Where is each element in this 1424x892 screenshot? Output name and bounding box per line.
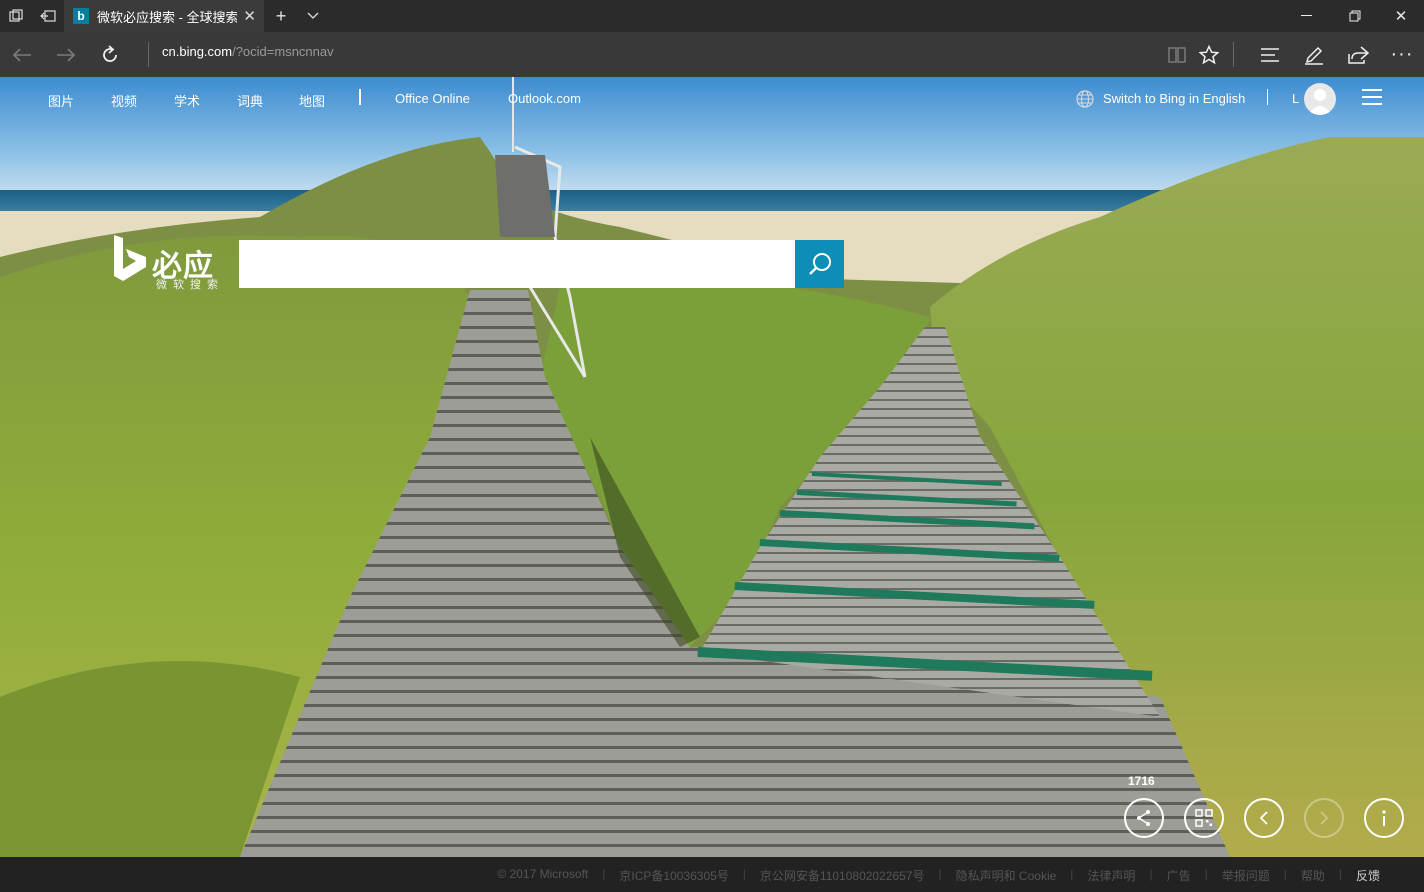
nav-office-online[interactable]: Office Online xyxy=(395,91,470,106)
browser-navbar: cn.bing.com/?ocid=msncnnav ··· xyxy=(0,32,1424,77)
close-window-icon[interactable]: ✕ xyxy=(1386,0,1416,32)
hamburger-menu-icon[interactable] xyxy=(1362,89,1382,107)
bing-favicon-icon: b xyxy=(73,8,89,24)
favorites-star-icon[interactable] xyxy=(1187,32,1231,77)
back-icon[interactable] xyxy=(0,32,44,77)
search-input[interactable] xyxy=(239,240,795,288)
forward-icon[interactable] xyxy=(44,32,88,77)
address-bar[interactable]: cn.bing.com/?ocid=msncnnav xyxy=(162,32,334,77)
footer-legal[interactable]: 法律声明 xyxy=(1073,867,1149,884)
address-host: cn.bing.com xyxy=(162,44,233,59)
footer-feedback[interactable]: 反馈 xyxy=(1342,867,1394,884)
bing-logo[interactable]: 必应 微软搜索 xyxy=(112,235,224,295)
top-navigation: 图片 视频 学术 词典 地图 Office Online Outlook.com… xyxy=(0,77,1424,121)
share-image-button[interactable] xyxy=(1124,798,1164,838)
footer-ads[interactable]: 广告 xyxy=(1153,867,1205,884)
qr-code-icon xyxy=(1195,809,1213,827)
nav-videos[interactable]: 视频 xyxy=(111,91,137,110)
share-icon[interactable] xyxy=(1336,32,1380,77)
search-button[interactable] xyxy=(795,240,844,288)
restore-icon[interactable] xyxy=(1340,0,1370,32)
web-note-pen-icon[interactable] xyxy=(1292,32,1336,77)
footer-help[interactable]: 帮助 xyxy=(1287,867,1339,884)
tab-close-icon[interactable]: ✕ xyxy=(243,0,256,32)
chevron-left-icon xyxy=(1259,811,1268,825)
image-info-button[interactable] xyxy=(1364,798,1404,838)
switch-language-link[interactable]: Switch to Bing in English xyxy=(1103,91,1245,106)
refresh-icon[interactable] xyxy=(88,32,132,77)
nav-maps[interactable]: 地图 xyxy=(299,91,325,110)
more-actions-icon[interactable]: ··· xyxy=(1380,32,1424,77)
url-divider xyxy=(148,42,149,67)
search-icon xyxy=(808,253,831,275)
nav-outlook[interactable]: Outlook.com xyxy=(508,91,581,106)
tab-title: 微软必应搜索 - 全球搜索 xyxy=(97,9,237,25)
page-footer: © 2017 Microsoft | 京ICP备10036305号 | 京公网安备1… xyxy=(0,857,1424,892)
footer-privacy[interactable]: 隐私声明和 Cookie xyxy=(942,867,1071,884)
footer-copyright: © 2017 Microsoft xyxy=(497,867,589,881)
info-icon xyxy=(1382,810,1386,826)
next-image-button[interactable] xyxy=(1304,798,1344,838)
toolbar-divider xyxy=(1233,42,1234,67)
minimize-icon[interactable] xyxy=(1292,0,1322,32)
footer-police-record[interactable]: 京公网安备11010802022657号 xyxy=(746,867,939,884)
logo-subtitle: 微软搜索 xyxy=(156,279,224,291)
hub-icon[interactable] xyxy=(1248,32,1292,77)
nav-dictionary[interactable]: 词典 xyxy=(237,91,263,110)
previous-image-button[interactable] xyxy=(1244,798,1284,838)
user-silhouette-icon xyxy=(1308,89,1332,115)
browser-titlebar: b 微软必应搜索 - 全球搜索 ✕ + ✕ xyxy=(0,0,1424,32)
footer-icp[interactable]: 京ICP备10036305号 xyxy=(605,867,742,884)
qr-code-button[interactable] xyxy=(1184,798,1224,838)
image-counter: 1716 xyxy=(1128,774,1155,788)
set-aside-tabs-icon[interactable] xyxy=(38,0,58,32)
hero-background-image xyxy=(0,77,1424,857)
share-nodes-icon xyxy=(1137,810,1150,826)
nav-divider xyxy=(359,89,361,105)
nav-academic[interactable]: 学术 xyxy=(174,91,200,110)
tab-manager-icon[interactable] xyxy=(6,0,26,32)
user-divider xyxy=(1267,89,1268,105)
footer-report[interactable]: 举报问题 xyxy=(1208,867,1284,884)
tab-preview-chevron-icon[interactable] xyxy=(302,0,324,32)
bing-b-icon xyxy=(114,235,146,281)
bing-homepage: 图片 视频 学术 词典 地图 Office Online Outlook.com… xyxy=(0,77,1424,857)
tab-bing[interactable]: b 微软必应搜索 - 全球搜索 ✕ xyxy=(64,0,264,32)
user-initial[interactable]: L xyxy=(1292,91,1299,106)
nav-images[interactable]: 图片 xyxy=(48,91,74,110)
avatar[interactable] xyxy=(1304,83,1336,115)
chevron-right-icon xyxy=(1320,811,1329,825)
new-tab-icon[interactable]: + xyxy=(270,0,292,32)
address-path: /?ocid=msncnnav xyxy=(232,44,334,59)
globe-icon xyxy=(1076,90,1094,108)
